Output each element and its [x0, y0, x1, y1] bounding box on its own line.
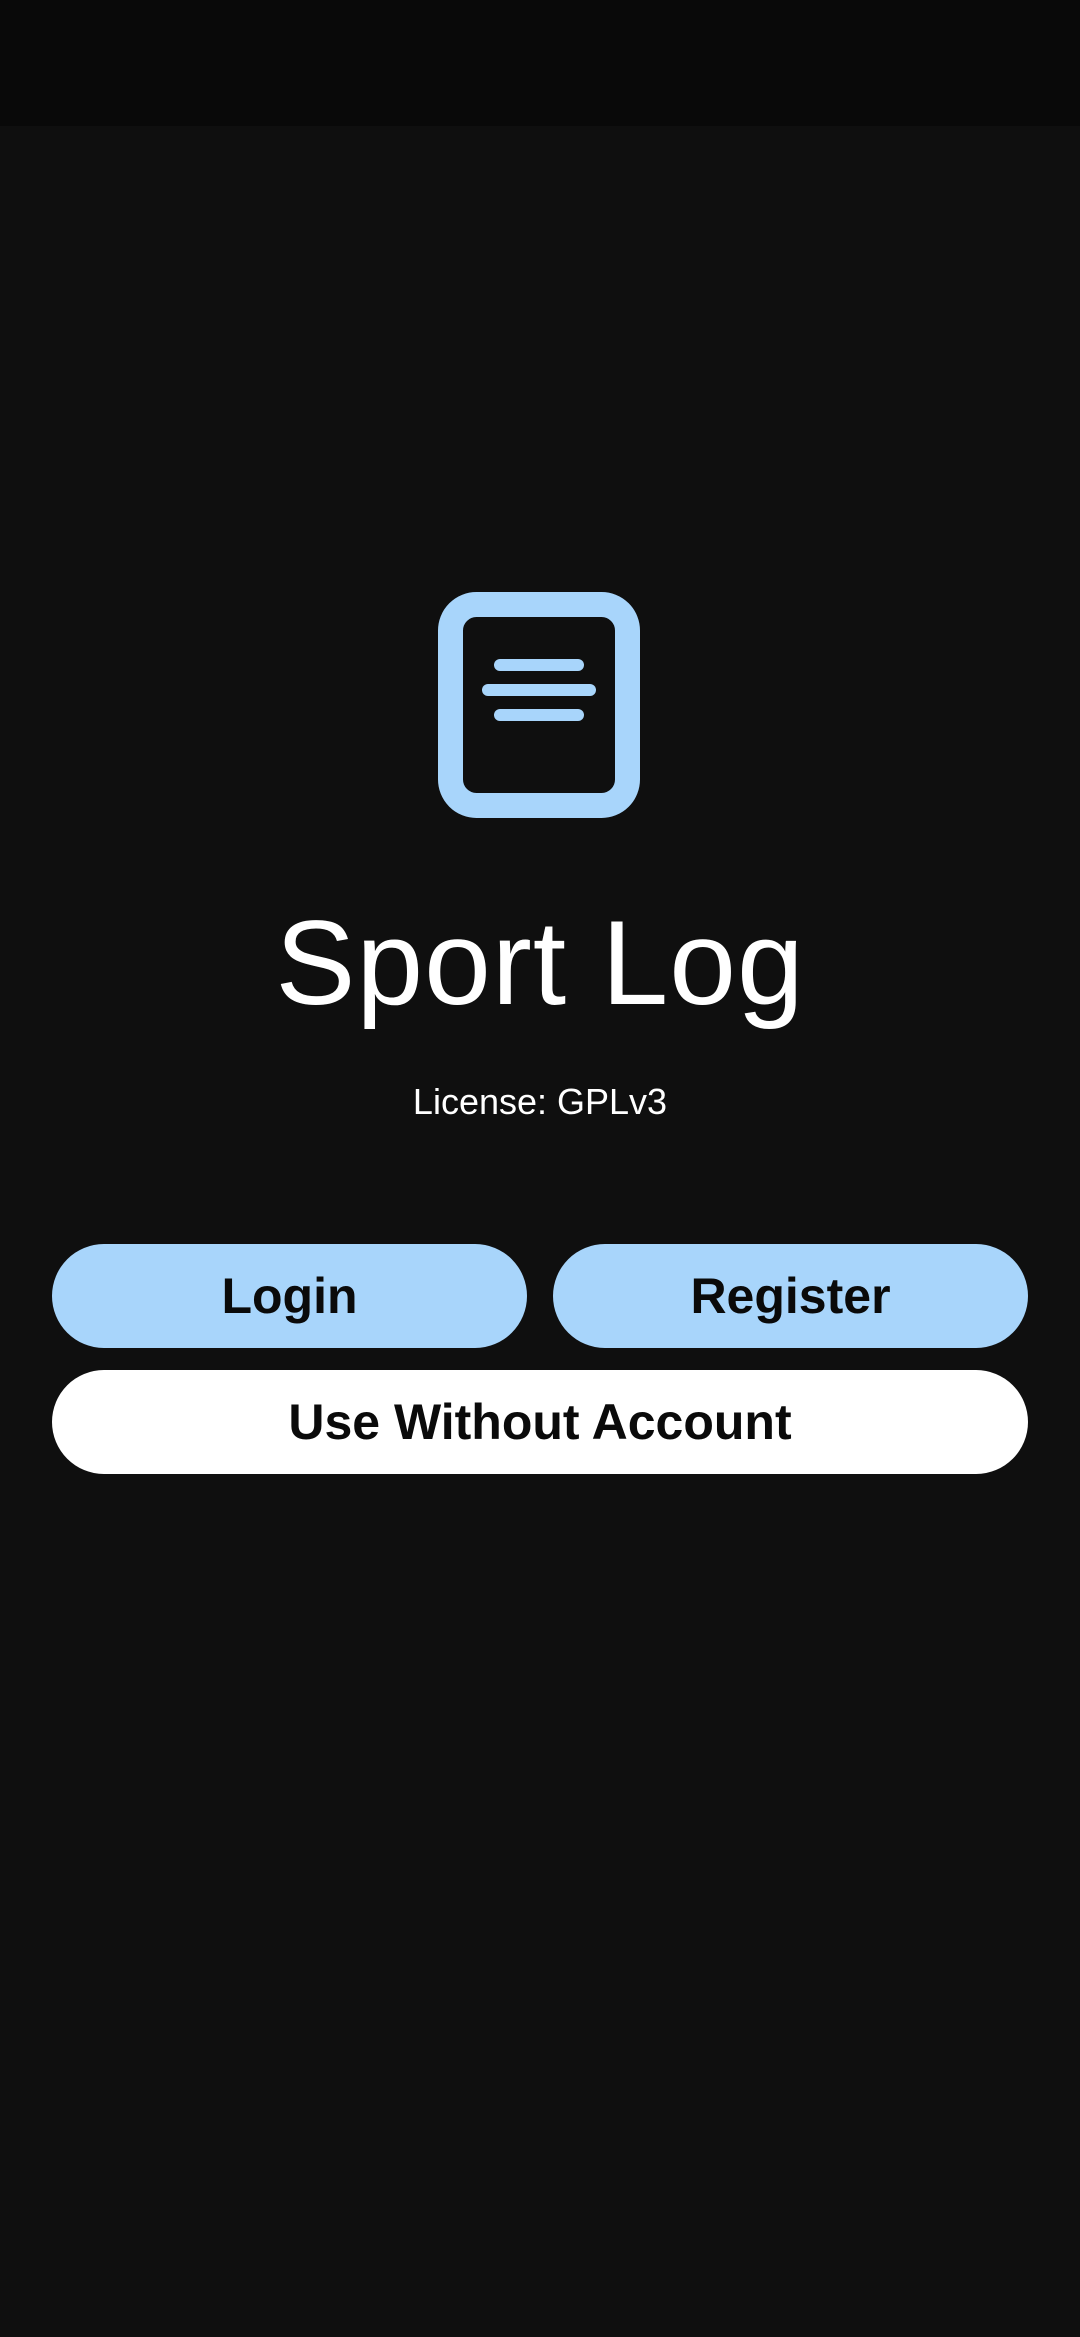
- document-icon: [438, 592, 640, 818]
- license-text: License: GPLv3: [412, 1081, 668, 1122]
- login-button[interactable]: Login: [52, 1244, 527, 1348]
- register-button[interactable]: Register: [553, 1244, 1028, 1348]
- welcome-screen: Sport Log License: GPLv3 Login Register …: [0, 0, 1080, 2337]
- status-bar: [0, 0, 1080, 126]
- use-without-account-button[interactable]: Use Without Account: [52, 1370, 1028, 1474]
- app-title: Sport Log: [275, 896, 805, 1030]
